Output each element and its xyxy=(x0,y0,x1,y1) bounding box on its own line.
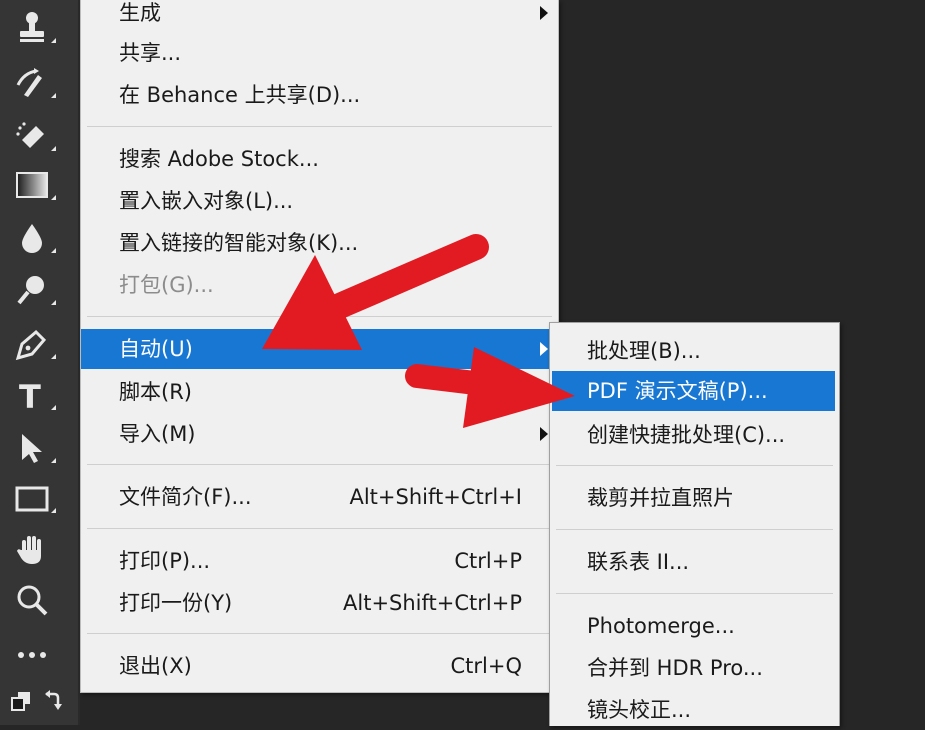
menu-item-exit[interactable]: 退出(X) Ctrl+Q xyxy=(81,646,558,686)
blur-icon xyxy=(22,224,42,253)
menu-item-label: 文件简介(F)... xyxy=(119,485,252,509)
dodge-tool[interactable] xyxy=(14,268,66,312)
type-icon: T xyxy=(19,378,41,413)
photoshop-window: T 生成 共享... 在 Behance 上共享(D)... 搜索 Adobe … xyxy=(0,0,925,726)
pen-icon xyxy=(15,329,47,361)
menu-item-label: 创建快捷批处理(C)... xyxy=(587,423,786,447)
menu-separator xyxy=(87,316,552,317)
default-colors-icon[interactable] xyxy=(11,692,30,711)
eraser-icon xyxy=(16,122,44,148)
rectangle-icon xyxy=(15,486,49,512)
rectangle-tool[interactable] xyxy=(14,476,66,520)
menu-item-share-behance[interactable]: 在 Behance 上共享(D)... xyxy=(81,75,558,115)
menu-item-label: 退出(X) xyxy=(119,654,192,678)
submenu-item-merge-hdr[interactable]: 合并到 HDR Pro... xyxy=(550,648,839,688)
file-menu: 生成 共享... 在 Behance 上共享(D)... 搜索 Adobe St… xyxy=(80,0,559,693)
menu-item-label: 批处理(B)... xyxy=(587,339,701,363)
menu-item-label: Photomerge... xyxy=(587,614,735,638)
menu-item-place-embedded[interactable]: 置入嵌入对象(L)... xyxy=(81,181,558,221)
menu-item-shortcut: Ctrl+P xyxy=(454,549,522,573)
submenu-arrow-icon xyxy=(540,342,548,356)
menu-item-place-linked[interactable]: 置入链接的智能对象(K)... xyxy=(81,223,558,263)
hand-tool[interactable] xyxy=(14,528,66,572)
menu-item-label: 生成 xyxy=(119,1,161,25)
menu-item-generate[interactable]: 生成 xyxy=(81,0,558,33)
menu-item-import[interactable]: 导入(M) xyxy=(81,414,558,454)
menu-item-label: 置入嵌入对象(L)... xyxy=(119,189,294,213)
pen-tool[interactable] xyxy=(14,322,66,366)
menu-item-search-adobe-stock[interactable]: 搜索 Adobe Stock... xyxy=(81,139,558,179)
menu-item-scripts[interactable]: 脚本(R) xyxy=(81,372,558,412)
menu-item-automate[interactable]: 自动(U) xyxy=(81,329,558,369)
menu-item-label: 自动(U) xyxy=(119,337,193,361)
tools-panel: T xyxy=(0,0,80,725)
menu-separator xyxy=(87,528,552,529)
color-swatches xyxy=(10,686,70,714)
submenu-item-pdf-presentation[interactable]: PDF 演示文稿(P)... xyxy=(552,371,835,411)
path-selection-tool[interactable] xyxy=(14,426,66,470)
menu-item-label: 导入(M) xyxy=(119,422,196,446)
menu-item-print-one-copy[interactable]: 打印一份(Y) Alt+Shift+Ctrl+P xyxy=(81,583,558,623)
menu-separator xyxy=(87,633,552,634)
menu-item-label: 合并到 HDR Pro... xyxy=(587,656,763,680)
hand-icon xyxy=(17,536,41,564)
menu-separator xyxy=(556,593,833,594)
dodge-icon xyxy=(17,276,44,305)
menu-item-print[interactable]: 打印(P)... Ctrl+P xyxy=(81,541,558,581)
menu-item-label: 打印一份(Y) xyxy=(119,591,233,615)
eraser-tool[interactable] xyxy=(14,114,66,158)
menu-item-file-info[interactable]: 文件简介(F)... Alt+Shift+Ctrl+I xyxy=(81,477,558,517)
clone-stamp-icon xyxy=(20,12,44,42)
submenu-item-lens-correction[interactable]: 镜头校正... xyxy=(550,690,839,730)
submenu-item-photomerge[interactable]: Photomerge... xyxy=(550,606,839,646)
menu-separator xyxy=(87,126,552,127)
submenu-item-create-droplet[interactable]: 创建快捷批处理(C)... xyxy=(550,415,839,455)
menu-separator xyxy=(556,465,833,466)
svg-text:T: T xyxy=(19,378,41,413)
menu-item-shortcut: Alt+Shift+Ctrl+P xyxy=(343,591,522,615)
gradient-icon xyxy=(16,172,48,198)
menu-item-label: 在 Behance 上共享(D)... xyxy=(119,83,361,107)
menu-item-label: 置入链接的智能对象(K)... xyxy=(119,231,359,255)
menu-item-label: 搜索 Adobe Stock... xyxy=(119,147,319,171)
submenu-arrow-icon xyxy=(540,6,548,20)
menu-item-label: 裁剪并拉直照片 xyxy=(587,486,734,510)
history-brush-icon xyxy=(16,68,42,97)
zoom-tool[interactable] xyxy=(14,578,66,622)
menu-item-shortcut: Alt+Shift+Ctrl+I xyxy=(349,485,522,509)
menu-item-label: 打印(P)... xyxy=(119,549,211,573)
menu-item-label: 镜头校正... xyxy=(587,698,692,722)
blur-tool[interactable] xyxy=(14,216,66,260)
submenu-item-batch[interactable]: 批处理(B)... xyxy=(550,331,839,371)
submenu-item-contact-sheet[interactable]: 联系表 II... xyxy=(550,542,839,582)
clone-stamp-tool[interactable] xyxy=(14,6,66,50)
menu-item-label: 联系表 II... xyxy=(587,550,690,574)
more-tools-icon xyxy=(18,652,46,658)
menu-item-label: 共享... xyxy=(119,41,182,65)
menu-item-label: 脚本(R) xyxy=(119,380,192,404)
menu-item-label: 打包(G)... xyxy=(119,273,214,297)
swap-colors-icon[interactable] xyxy=(45,690,62,710)
menu-separator xyxy=(87,464,552,465)
menu-item-shortcut: Ctrl+Q xyxy=(450,654,523,678)
gradient-tool[interactable] xyxy=(14,163,66,207)
submenu-arrow-icon xyxy=(540,427,548,441)
submenu-item-crop-straighten[interactable]: 裁剪并拉直照片 xyxy=(550,478,839,518)
history-brush-tool[interactable] xyxy=(14,61,66,105)
path-selection-icon xyxy=(22,434,42,463)
menu-item-share[interactable]: 共享... xyxy=(81,33,558,73)
menu-item-label: PDF 演示文稿(P)... xyxy=(587,379,768,403)
menu-item-package: 打包(G)... xyxy=(81,265,558,305)
automate-submenu: 批处理(B)... PDF 演示文稿(P)... 创建快捷批处理(C)... 裁… xyxy=(549,322,840,726)
more-tools[interactable] xyxy=(14,633,66,677)
zoom-icon xyxy=(17,585,48,616)
type-tool[interactable]: T xyxy=(14,373,66,417)
menu-separator xyxy=(556,529,833,530)
